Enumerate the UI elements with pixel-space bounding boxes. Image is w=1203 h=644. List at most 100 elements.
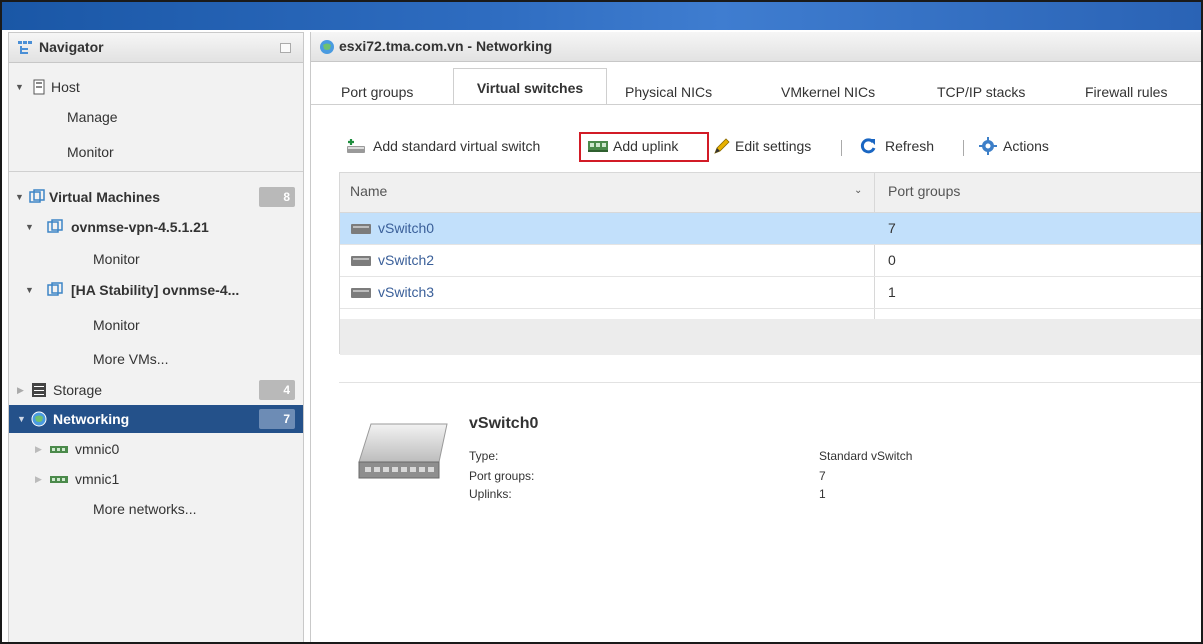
caret-down-icon[interactable]: ▼: [25, 222, 34, 232]
collapse-panel-icon[interactable]: [280, 43, 291, 53]
caret-right-icon[interactable]: ▶: [35, 474, 42, 485]
tab-bar: Port groups Virtual switches Physical NI…: [311, 68, 1201, 138]
tab-underline: [311, 104, 1201, 105]
nav-item-storage[interactable]: ▶ Storage 4: [9, 376, 303, 404]
add-standard-virtual-switch-button[interactable]: Add standard virtual switch: [373, 138, 540, 154]
storage-icon: [32, 383, 46, 397]
edit-settings-button[interactable]: Edit settings: [735, 138, 811, 154]
host-icon: [33, 79, 45, 95]
table-row[interactable]: vSwitch3 1: [340, 277, 1201, 309]
detail-type-value: Standard vSwitch: [819, 449, 913, 463]
detail-uplinks-label: Uplinks:: [469, 487, 512, 501]
pencil-icon: [714, 138, 730, 154]
nav-item-vm-1[interactable]: ▼ ovnmse-vpn-4.5.1.21: [9, 213, 303, 241]
top-banner: [2, 2, 1201, 30]
switch-name[interactable]: vSwitch0: [378, 220, 434, 236]
detail-title: vSwitch0: [469, 415, 539, 432]
nav-item-networking[interactable]: ▼ Networking 7: [9, 405, 303, 433]
nav-item-vm-2[interactable]: ▼ [HA Stability] ovnmse-4...: [9, 276, 303, 304]
nav-label-manage: Manage: [67, 109, 118, 125]
caret-down-icon[interactable]: ▼: [25, 285, 34, 295]
nav-item-vmnic1[interactable]: ▶ vmnic1: [9, 465, 303, 493]
switch-icon: [351, 224, 371, 234]
nic-icon: [50, 446, 68, 453]
nav-label-vmnic0: vmnic0: [75, 441, 120, 457]
globe-icon: [320, 40, 334, 54]
section-divider: [339, 382, 1201, 383]
nav-item-host[interactable]: ▼ Host: [9, 73, 303, 101]
switch-device-icon: [358, 423, 448, 479]
switch-icon: [351, 256, 371, 266]
detail-port-groups-value: 7: [819, 469, 826, 483]
vm-icon: [47, 219, 63, 233]
nav-label-vmnic1: vmnic1: [75, 471, 120, 487]
toolbar-divider: [841, 140, 842, 156]
table-row[interactable]: vSwitch2 0: [340, 245, 1201, 277]
port-groups-value: 0: [888, 252, 896, 268]
vm-icon: [47, 282, 63, 296]
port-groups-value: 1: [888, 284, 896, 300]
nav-item-vm-2-monitor[interactable]: Monitor: [9, 311, 303, 339]
detail-uplinks-value: 1: [819, 487, 826, 501]
nav-label-monitor: Monitor: [93, 317, 140, 333]
sort-chevron-icon[interactable]: ⌄: [854, 185, 862, 196]
toolbar: Add standard virtual switch Add uplink E…: [311, 132, 1201, 162]
networking-count-badge: 7: [259, 409, 295, 429]
detail-type-label: Type:: [469, 449, 499, 463]
nav-item-manage[interactable]: Manage: [9, 103, 303, 131]
toolbar-divider: [963, 140, 964, 156]
nav-label-host: Host: [51, 79, 80, 95]
nav-label-more-networks: More networks...: [93, 501, 197, 517]
nav-label-more-vms: More VMs...: [93, 351, 169, 367]
main-panel: esxi72.tma.com.vn - Networking Port grou…: [310, 32, 1201, 642]
port-groups-value: 7: [888, 220, 896, 236]
nav-item-more-networks[interactable]: More networks...: [9, 495, 303, 523]
nav-item-host-monitor[interactable]: Monitor: [9, 138, 303, 166]
switch-name[interactable]: vSwitch2: [378, 252, 434, 268]
navigator-panel: Navigator ▼ Host Manage Monitor ▼ Virtua…: [8, 32, 304, 642]
column-header-port-groups[interactable]: Port groups: [888, 183, 960, 199]
nav-label-vm-1: ovnmse-vpn-4.5.1.21: [71, 219, 209, 235]
add-uplink-button[interactable]: Add uplink: [613, 138, 678, 154]
nav-label-monitor: Monitor: [67, 144, 114, 160]
actions-button[interactable]: Actions: [1003, 138, 1049, 154]
refresh-button[interactable]: Refresh: [885, 138, 934, 154]
nav-label-virtual-machines: Virtual Machines: [49, 189, 161, 205]
nav-label-storage: Storage: [53, 382, 103, 398]
storage-count-badge: 4: [259, 380, 295, 400]
caret-down-icon[interactable]: ▼: [15, 192, 24, 202]
nav-item-vm-1-monitor[interactable]: Monitor: [9, 245, 303, 273]
switch-icon: [351, 288, 371, 298]
refresh-icon: [860, 138, 876, 154]
caret-right-icon[interactable]: ▶: [17, 385, 24, 396]
switch-name[interactable]: vSwitch3: [378, 284, 434, 300]
table-row[interactable]: vSwitch0 7: [340, 213, 1201, 245]
add-switch-icon: [347, 139, 365, 153]
navigator-header: Navigator: [9, 33, 303, 63]
vm-icon: [29, 189, 45, 203]
nic-icon: [50, 476, 68, 483]
nav-label-vm-2: [HA Stability] ovnmse-4...: [71, 282, 240, 298]
navigator-icon: [18, 41, 32, 54]
page-title: esxi72.tma.com.vn - Networking: [339, 38, 553, 54]
globe-icon: [31, 411, 47, 427]
window: Navigator ▼ Host Manage Monitor ▼ Virtua…: [0, 0, 1203, 644]
nav-label-networking: Networking: [53, 411, 130, 427]
gear-icon: [979, 137, 997, 155]
nav-label-monitor: Monitor: [93, 251, 140, 267]
caret-right-icon[interactable]: ▶: [35, 444, 42, 455]
vm-count-badge: 8: [259, 187, 295, 207]
virtual-switches-table: Name ⌄ Port groups vSwitch0 7 vSwitch2 0…: [339, 172, 1201, 355]
tab-virtual-switches[interactable]: Virtual switches: [453, 68, 607, 105]
detail-port-groups-label: Port groups:: [469, 469, 535, 483]
caret-down-icon[interactable]: ▼: [15, 82, 24, 92]
caret-down-icon[interactable]: ▼: [17, 414, 26, 424]
main-header: esxi72.tma.com.vn - Networking: [311, 32, 1201, 62]
table-footer: [340, 319, 1201, 355]
nav-item-more-vms[interactable]: More VMs...: [9, 345, 303, 373]
column-header-name[interactable]: Name: [350, 183, 387, 199]
navigator-title: Navigator: [39, 39, 104, 55]
nav-item-vmnic0[interactable]: ▶ vmnic0: [9, 435, 303, 463]
add-uplink-icon: [588, 141, 608, 152]
nav-item-virtual-machines[interactable]: ▼ Virtual Machines 8: [9, 183, 303, 211]
